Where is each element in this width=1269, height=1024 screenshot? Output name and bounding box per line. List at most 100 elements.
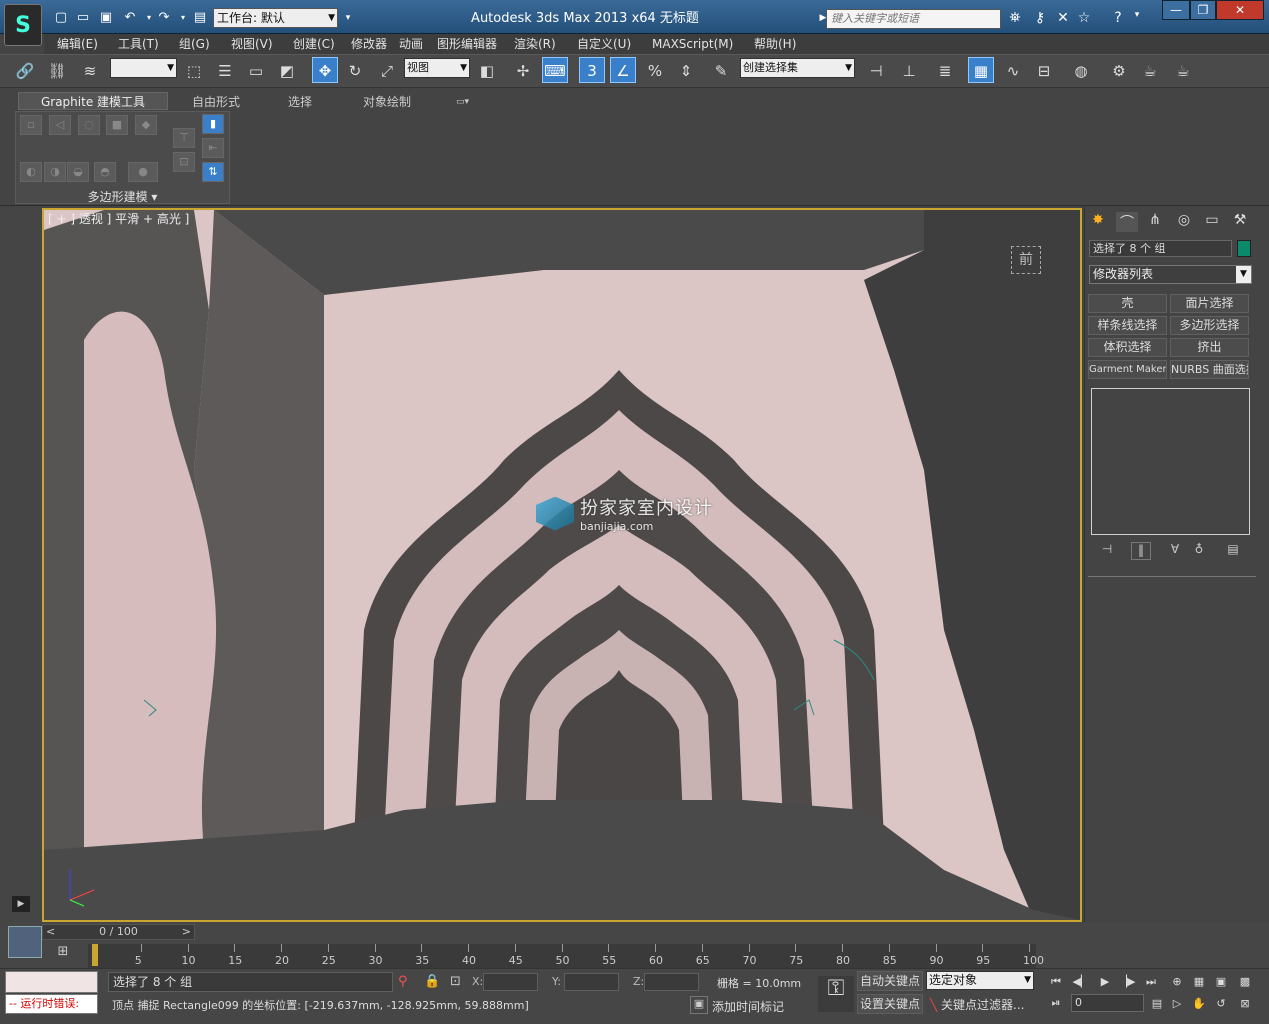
- menu-animation[interactable]: 动画: [399, 34, 423, 54]
- zoom-extents-icon[interactable]: ▣: [1212, 974, 1230, 990]
- mirror-icon[interactable]: ⊣: [863, 58, 889, 84]
- time-configuration-icon[interactable]: ▤: [1148, 996, 1166, 1012]
- menu-edit[interactable]: 编辑(E): [57, 34, 98, 54]
- search-input[interactable]: 键入关键字或短语: [826, 9, 1001, 29]
- add-time-tag[interactable]: 添加时间标记: [712, 998, 784, 1015]
- poly-select-button[interactable]: 多边形选择: [1170, 316, 1249, 335]
- next-frame-icon[interactable]: ▕▶: [1118, 974, 1136, 990]
- menu-graph-editors[interactable]: 图形编辑器: [437, 34, 497, 54]
- lock-selection-icon[interactable]: 🔒: [424, 974, 440, 989]
- selection-filter-dropdown[interactable]: ▼: [110, 58, 177, 78]
- communication-icon[interactable]: ✕: [1053, 10, 1073, 28]
- utilities-tab-icon[interactable]: ⚒: [1229, 212, 1251, 232]
- viewport-label-menu[interactable]: [ + ] 透视 ] 平滑 + 高光 ]: [48, 210, 189, 227]
- show-end-result-icon[interactable]: ‖: [1131, 542, 1151, 560]
- isolate-selection-icon[interactable]: ⚲: [398, 974, 408, 989]
- open-file-icon[interactable]: ▭: [74, 10, 92, 26]
- current-frame-field[interactable]: 0: [1071, 994, 1144, 1012]
- absolute-mode-icon[interactable]: ⊡: [450, 974, 461, 989]
- named-selection-set-dropdown[interactable]: 创建选择集 ▼: [740, 58, 855, 78]
- menu-customize[interactable]: 自定义(U): [577, 34, 631, 54]
- expand-viewport-icon[interactable]: ▶: [12, 896, 30, 912]
- orbit-icon[interactable]: ↺: [1212, 996, 1230, 1012]
- time-slider[interactable]: < 0 / 100 >: [42, 924, 195, 940]
- display-tab-icon[interactable]: ▭: [1201, 212, 1223, 232]
- previous-frame-icon[interactable]: ◀▏: [1072, 974, 1090, 990]
- maxscript-listener-input[interactable]: [5, 971, 98, 993]
- ribbon-tool-icon[interactable]: ◒: [67, 162, 89, 182]
- nurbs-surface-select-button[interactable]: NURBS 曲面选择: [1170, 360, 1249, 379]
- time-marker[interactable]: [92, 944, 98, 966]
- window-crossing-icon[interactable]: ◩: [274, 58, 300, 84]
- rendered-frame-window-icon[interactable]: ☕: [1137, 58, 1163, 84]
- pivot-center-icon[interactable]: ◧: [474, 58, 500, 84]
- graphite-toggle-icon[interactable]: ▦: [968, 57, 994, 83]
- configure-modifier-sets-icon[interactable]: ▤: [1223, 542, 1243, 560]
- undo-icon[interactable]: ↶: [121, 10, 139, 26]
- vol-select-button[interactable]: 体积选择: [1088, 338, 1167, 357]
- ribbon-tool-icon[interactable]: ⇅: [202, 162, 224, 182]
- pan-view-icon[interactable]: ✋: [1190, 996, 1208, 1012]
- link-icon[interactable]: 🔗: [12, 58, 38, 84]
- menu-create[interactable]: 创建(C): [293, 34, 335, 54]
- shell-button[interactable]: 壳: [1088, 294, 1167, 313]
- workspace-dropdown[interactable]: 工作台: 默认 ▼: [213, 8, 338, 28]
- set-key-mode-icon[interactable]: ⚿: [818, 976, 854, 1012]
- align-icon[interactable]: ⊥: [896, 58, 922, 84]
- auto-key-button[interactable]: 自动关键点: [857, 971, 923, 991]
- reference-coordinate-dropdown[interactable]: 视图 ▼: [404, 58, 470, 78]
- patch-select-button[interactable]: 面片选择: [1170, 294, 1249, 313]
- menu-rendering[interactable]: 渲染(R): [514, 34, 556, 54]
- key-mode-toggle-icon[interactable]: ⏯: [1047, 995, 1065, 1011]
- curve-editor-icon[interactable]: ∿: [1000, 58, 1026, 84]
- mini-listener-icon[interactable]: [8, 926, 42, 958]
- play-icon[interactable]: ▶: [1096, 974, 1114, 990]
- new-file-icon[interactable]: ▢: [52, 10, 70, 26]
- zoom-extents-all-icon[interactable]: ▩: [1236, 974, 1254, 990]
- key-filters-button[interactable]: ╲ 关键点过滤器...: [930, 996, 1025, 1013]
- ribbon-tool-icon[interactable]: ■: [106, 115, 128, 135]
- menu-views[interactable]: 视图(V): [231, 34, 273, 54]
- modifier-list-dropdown[interactable]: 修改器列表 ▼: [1089, 265, 1252, 284]
- set-key-button[interactable]: 设置关键点: [857, 994, 923, 1014]
- menu-group[interactable]: 组(G): [179, 34, 210, 54]
- render-setup-icon[interactable]: ⚙: [1106, 58, 1132, 84]
- ribbon-tool-icon[interactable]: ◆: [135, 115, 157, 135]
- go-to-start-icon[interactable]: ⏮: [1047, 974, 1065, 990]
- close-button[interactable]: ✕: [1216, 0, 1264, 20]
- menu-tools[interactable]: 工具(T): [118, 34, 159, 54]
- tab-graphite-modeling[interactable]: Graphite 建模工具: [18, 92, 168, 110]
- ribbon-tool-icon[interactable]: ⊤: [173, 128, 195, 148]
- spinner-snap-icon[interactable]: ⇕: [673, 58, 699, 84]
- select-scale-icon[interactable]: ⤢: [374, 58, 400, 84]
- material-editor-icon[interactable]: ◍: [1068, 58, 1094, 84]
- angle-snap-icon[interactable]: ∠: [610, 57, 636, 83]
- maxscript-error-output[interactable]: -- 运行时错误:: [5, 994, 98, 1014]
- keyboard-shortcut-override-icon[interactable]: ⌨: [542, 57, 568, 83]
- snaps-toggle-icon[interactable]: 3: [579, 57, 605, 83]
- minimize-button[interactable]: —: [1162, 0, 1190, 20]
- redo-dropdown-icon[interactable]: ▾: [174, 10, 192, 26]
- help-icon[interactable]: ?: [1108, 10, 1128, 28]
- ribbon-tool-icon[interactable]: ▮: [202, 114, 224, 134]
- ribbon-tool-icon[interactable]: ◑: [44, 162, 66, 182]
- x-coordinate-field[interactable]: [483, 973, 538, 991]
- motion-tab-icon[interactable]: ◎: [1173, 212, 1195, 232]
- select-rotate-icon[interactable]: ↻: [342, 58, 368, 84]
- select-object-icon[interactable]: ⬚: [181, 58, 207, 84]
- remove-modifier-icon[interactable]: ♁: [1189, 542, 1209, 560]
- menu-maxscript[interactable]: MAXScript(M): [652, 34, 733, 54]
- schematic-view-icon[interactable]: ⊟: [1031, 58, 1057, 84]
- tab-selection[interactable]: 选择: [288, 94, 312, 110]
- viewcube[interactable]: 前: [1011, 246, 1041, 274]
- tab-freeform[interactable]: 自由形式: [192, 94, 240, 110]
- layer-manager-icon[interactable]: ≣: [932, 58, 958, 84]
- ribbon-minimize-icon[interactable]: ▭▾: [456, 94, 469, 110]
- spline-select-button[interactable]: 样条线选择: [1088, 316, 1167, 335]
- select-manipulate-icon[interactable]: ✢: [510, 58, 536, 84]
- make-unique-icon[interactable]: ∀: [1165, 542, 1185, 560]
- subscription-key-icon[interactable]: ⚷: [1030, 10, 1050, 28]
- ribbon-tool-icon[interactable]: ⇤: [202, 138, 224, 158]
- render-production-icon[interactable]: ☕: [1170, 58, 1196, 84]
- maximize-button[interactable]: ❐: [1190, 0, 1216, 20]
